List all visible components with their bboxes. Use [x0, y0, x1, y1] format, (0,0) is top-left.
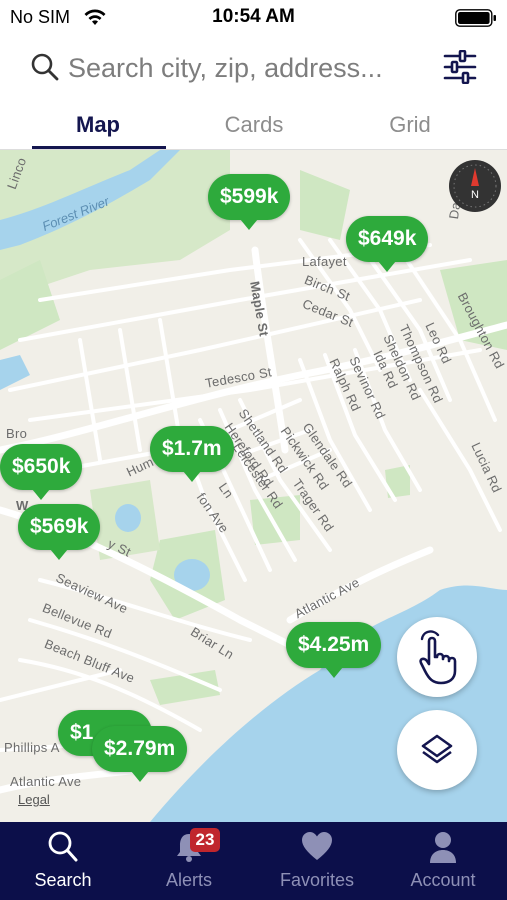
tab-map[interactable]: Map — [32, 112, 164, 138]
map-view[interactable]: Forest River Linco Lafayet Birch St Ceda… — [0, 150, 507, 822]
price-pin[interactable]: $4.25m — [286, 622, 382, 678]
sliders-icon[interactable] — [443, 50, 477, 84]
price-pin[interactable]: $2.79m — [92, 726, 188, 782]
view-tabs: Map Cards Grid — [0, 100, 507, 150]
nav-search[interactable]: Search — [0, 822, 126, 900]
nav-account-label: Account — [410, 870, 476, 890]
tab-grid[interactable]: Grid — [344, 112, 476, 138]
status-time: 10:54 AM — [212, 6, 295, 27]
compass-icon[interactable]: N — [449, 160, 501, 212]
price-pin[interactable]: $650k — [0, 444, 83, 500]
nav-alerts[interactable]: 23 Alerts — [126, 822, 252, 900]
search-bar — [0, 40, 507, 98]
nav-search-label: Search — [34, 870, 92, 890]
nav-favorites[interactable]: Favorites — [254, 822, 380, 900]
map-layers-button[interactable] — [397, 710, 477, 790]
hand-pointer-icon — [419, 630, 457, 685]
search-icon — [48, 831, 78, 862]
price-pin[interactable]: $1.7m — [150, 426, 234, 482]
search-icon — [31, 53, 59, 81]
draw-area-button[interactable] — [397, 617, 477, 697]
alerts-badge: 23 — [190, 828, 220, 852]
person-icon — [430, 832, 456, 863]
status-bar: No SIM 10:54 AM — [0, 0, 507, 34]
street-label: Lafayet — [302, 254, 347, 269]
svg-text:N: N — [471, 189, 479, 201]
price-pin[interactable]: $649k — [346, 216, 429, 272]
active-tab-indicator — [32, 146, 166, 149]
search-input[interactable] — [68, 50, 428, 86]
nav-favorites-label: Favorites — [279, 870, 355, 890]
battery-full-icon — [455, 9, 496, 27]
heart-icon — [302, 832, 332, 860]
nav-account[interactable]: Account — [380, 822, 506, 900]
price-pin[interactable]: $599k — [208, 174, 291, 230]
street-label: Bro — [6, 426, 28, 441]
tab-cards[interactable]: Cards — [188, 112, 320, 138]
street-label: Phillips A — [4, 740, 60, 755]
legal-link[interactable]: Legal — [18, 792, 50, 807]
bottom-nav: Search 23 Alerts Favorites Account — [0, 822, 507, 900]
street-label: Atlantic Ave — [10, 774, 82, 789]
nav-alerts-label: Alerts — [165, 870, 212, 890]
price-pin[interactable]: $569k — [18, 504, 101, 560]
layers-icon — [421, 734, 453, 764]
